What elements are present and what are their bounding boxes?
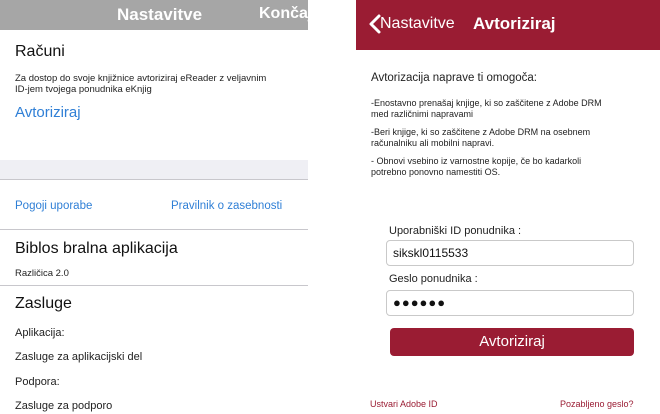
credits-item: Podpora: bbox=[15, 376, 60, 388]
section-separator bbox=[0, 160, 308, 179]
benefit-item: - Obnovi vsebino iz varnostne kopije, če… bbox=[371, 156, 582, 177]
privacy-link[interactable]: Pravilnik o zasebnosti bbox=[171, 200, 282, 212]
settings-title: Nastavitve bbox=[117, 5, 203, 24]
divider bbox=[0, 285, 308, 286]
app-version: Različica 2.0 bbox=[15, 268, 69, 279]
authorize-title: Avtoriziraj bbox=[473, 14, 556, 33]
accounts-description-line1: Za dostop do svoje knjižnice avtoriziraj… bbox=[15, 73, 267, 84]
create-adobe-id-link[interactable]: Ustvari Adobe ID bbox=[370, 399, 438, 409]
forgot-password-link[interactable]: Pozabljeno geslo? bbox=[560, 399, 634, 409]
intro-text: Avtorizacija naprave ti omogoča: bbox=[371, 72, 537, 84]
credits-item: Aplikacija: bbox=[15, 327, 65, 339]
credits-title: Zasluge bbox=[15, 295, 72, 312]
divider bbox=[0, 179, 308, 180]
benefit-item: -Beri knjige, ki so zaščitene z Adobe DR… bbox=[371, 127, 591, 148]
done-button[interactable]: Končaj bbox=[259, 5, 308, 23]
password-field[interactable]: ●●●●●● bbox=[386, 290, 634, 316]
authorize-header: Nastavitve Avtoriziraj bbox=[356, 0, 660, 50]
credits-item: Zasluge za aplikacijski del bbox=[15, 351, 143, 363]
authorize-link[interactable]: Avtoriziraj bbox=[15, 104, 81, 121]
password-label: Geslo ponudnika : bbox=[389, 273, 478, 285]
accounts-title: Računi bbox=[15, 43, 65, 60]
back-button[interactable]: Nastavitve bbox=[380, 15, 455, 33]
authorize-panel: Nastavitve Avtoriziraj Avtorizacija napr… bbox=[356, 0, 660, 414]
settings-header: Nastavitve Končaj bbox=[0, 0, 308, 30]
accounts-description-line2: ID-jem tvojega ponudnika eKnjig bbox=[15, 84, 152, 95]
user-id-label: Uporabniški ID ponudnika : bbox=[389, 225, 522, 237]
terms-link[interactable]: Pogoji uporabe bbox=[15, 200, 92, 212]
benefit-item: -Enostavno prenašaj knjige, ki so zaščit… bbox=[371, 98, 602, 119]
app-title: Biblos bralna aplikacija bbox=[15, 240, 178, 257]
settings-panel: Nastavitve Končaj Računi Za dostop do sv… bbox=[0, 0, 308, 414]
user-id-field[interactable]: sikskl0115533 bbox=[386, 240, 634, 266]
credits-item: Zasluge za podporo bbox=[15, 400, 113, 412]
divider bbox=[0, 229, 308, 230]
authorize-button[interactable]: Avtoriziraj bbox=[390, 328, 634, 356]
